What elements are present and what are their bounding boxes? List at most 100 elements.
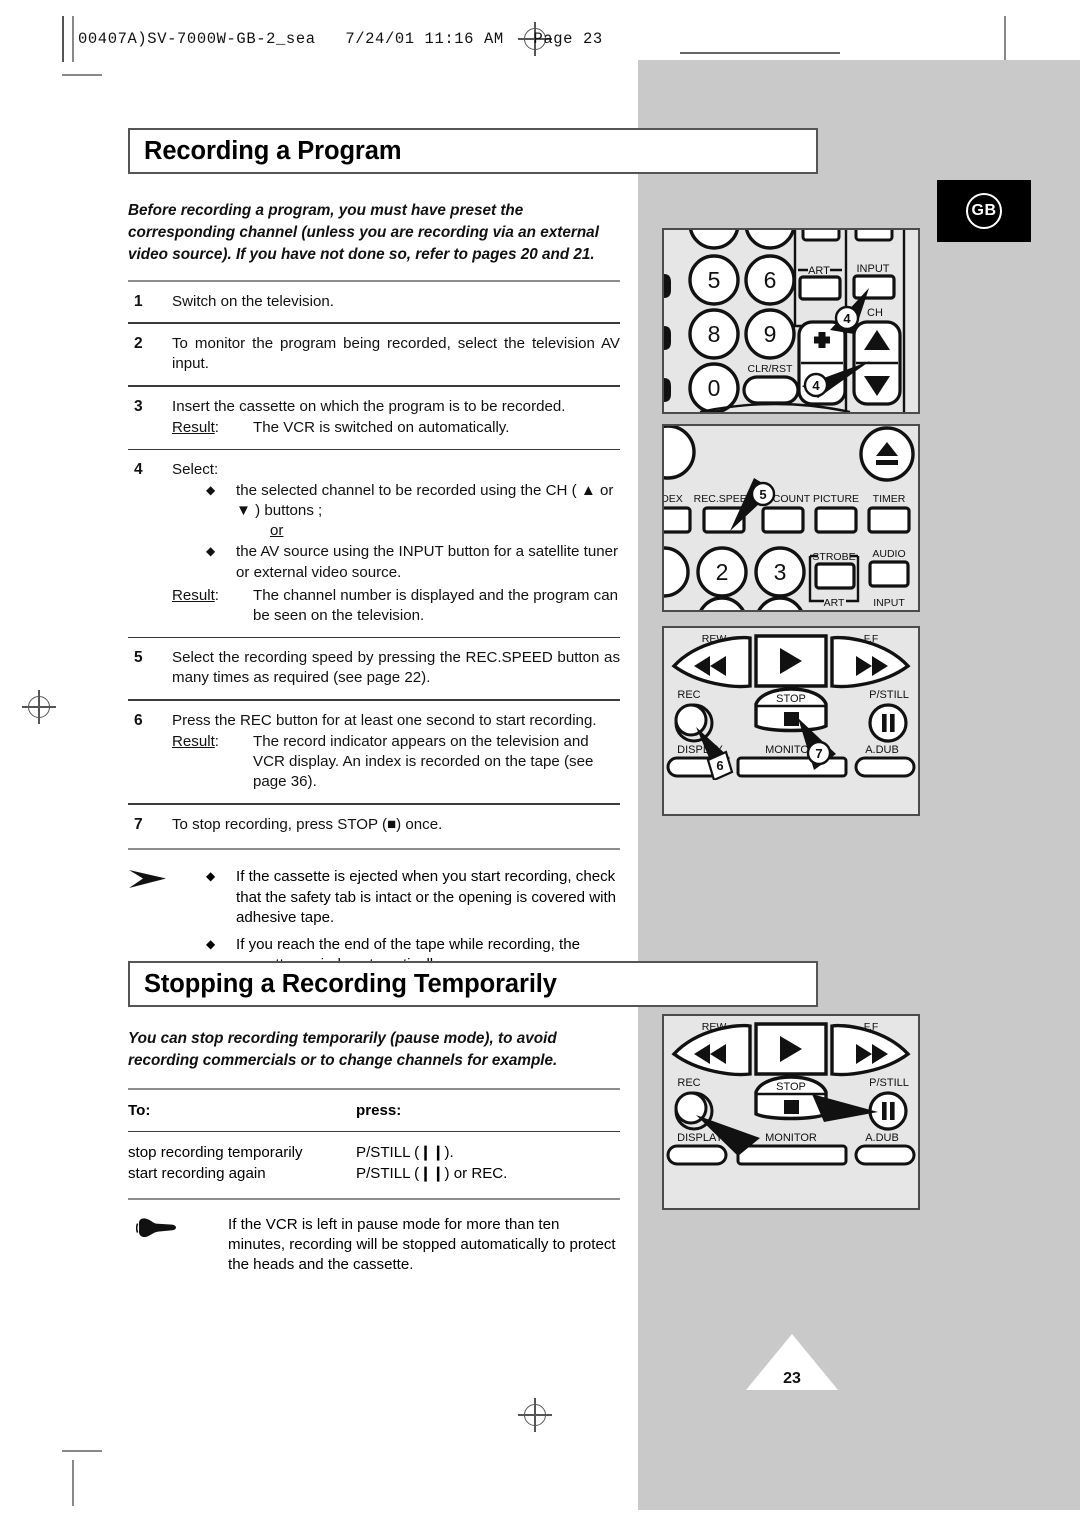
step-text: To stop recording, press STOP (■) once. bbox=[172, 815, 443, 833]
section1-body: Before recording a program, you must hav… bbox=[128, 200, 620, 975]
svg-text:5: 5 bbox=[759, 487, 766, 502]
column-header-press: press: bbox=[356, 1101, 402, 1119]
step-number: 1 bbox=[134, 292, 143, 310]
svg-text:6: 6 bbox=[716, 758, 723, 773]
table-cell-action: start recording again bbox=[128, 1164, 266, 1182]
bullet-item: ◆ the selected channel to be recorded us… bbox=[206, 481, 620, 521]
section-title-stopping: Stopping a Recording Temporarily bbox=[128, 961, 818, 1007]
svg-text:4: 4 bbox=[812, 378, 820, 393]
step-item: 7 To stop recording, press STOP (■) once… bbox=[128, 815, 620, 836]
step-bullets: ◆ the selected channel to be recorded us… bbox=[206, 481, 620, 582]
step-number: 4 bbox=[134, 461, 143, 479]
result-label: Result bbox=[172, 418, 215, 436]
region-badge: GB bbox=[937, 180, 1031, 242]
step-item: 1 Switch on the television. bbox=[128, 292, 620, 313]
section2-note: If the VCR is left in pause mode for mor… bbox=[128, 1215, 620, 1275]
result-label: Result bbox=[172, 733, 215, 751]
result-text: The channel number is displayed and the … bbox=[253, 586, 618, 624]
section2-title: Stopping a Recording Temporarily bbox=[144, 969, 557, 998]
svg-text:9: 9 bbox=[764, 321, 777, 347]
table-row: stop recording temporarily P/STILL (❙❙). bbox=[128, 1143, 620, 1164]
print-header-text: 00407A)SV-7000W-GB-2_sea 7/24/01 11:16 A… bbox=[78, 30, 603, 48]
svg-text:3: 3 bbox=[774, 559, 787, 585]
divider bbox=[128, 322, 620, 324]
bullet-or-label: or bbox=[270, 522, 284, 540]
step-text: Press the REC button for at least one se… bbox=[172, 712, 597, 730]
step-item: 3 Insert the cassette on which the progr… bbox=[128, 397, 620, 438]
svg-text:4: 4 bbox=[843, 311, 851, 326]
bullet-diamond-icon: ◆ bbox=[206, 483, 216, 498]
remote-functions-illustration: DEX REC.SPEED EX/COUNT PICTURE TIMER 2 3 bbox=[662, 424, 920, 612]
step-text: To monitor the program being recorded, s… bbox=[172, 334, 620, 372]
step-number: 6 bbox=[134, 712, 143, 730]
step-item: 4 Select: ◆ the selected channel to be r… bbox=[128, 460, 620, 626]
registration-mark-left bbox=[22, 690, 56, 724]
divider bbox=[128, 699, 620, 702]
result-text: The record indicator appears on the tele… bbox=[253, 733, 594, 791]
remote-keypad-illustration: 5 6 8 9 0 CLR/RST ART INPUT CH 4 4 bbox=[662, 228, 920, 414]
result-label: Result bbox=[172, 586, 215, 604]
pointing-hand-icon bbox=[128, 1215, 228, 1275]
section2-intro: You can stop recording temporarily (paus… bbox=[128, 1030, 558, 1069]
divider bbox=[128, 384, 620, 387]
svg-text:ART: ART bbox=[808, 265, 830, 277]
vcr-transport-illustration: REW F.F STOP REC P/STILL DISPLAY MONITOR… bbox=[662, 1014, 920, 1180]
divider bbox=[128, 279, 620, 282]
svg-text:REC: REC bbox=[677, 689, 700, 701]
vcr-transport-illustration-numbered: REW F.F STOP REC P/STILL DISPLAY MONITOR… bbox=[662, 626, 920, 792]
svg-text:P/STILL: P/STILL bbox=[869, 689, 909, 701]
step-number: 5 bbox=[134, 649, 143, 667]
svg-text:CLR/RST: CLR/RST bbox=[748, 363, 794, 375]
crop-mark-top-left-h bbox=[62, 74, 102, 76]
table-cell-button: P/STILL (❙❙) or REC. bbox=[356, 1164, 508, 1182]
table-cell-button: P/STILL (❙❙). bbox=[356, 1144, 454, 1162]
step-text: Switch on the television. bbox=[172, 292, 334, 310]
svg-text:7: 7 bbox=[815, 746, 822, 761]
table-cell-action: stop recording temporarily bbox=[128, 1144, 303, 1162]
svg-text:REC: REC bbox=[677, 1077, 700, 1089]
section1-intro: Before recording a program, you must hav… bbox=[128, 202, 599, 263]
divider bbox=[128, 1197, 620, 1200]
step-number: 3 bbox=[134, 397, 143, 415]
svg-text:A.DUB: A.DUB bbox=[865, 744, 899, 756]
bullet-text: the selected channel to be recorded usin… bbox=[236, 482, 614, 520]
step-item: 6 Press the REC button for at least one … bbox=[128, 711, 620, 792]
crop-mark-top-right-v bbox=[1004, 16, 1006, 62]
page-number-marker: 23 bbox=[742, 1332, 842, 1392]
region-badge-label: GB bbox=[966, 193, 1002, 229]
svg-text:INPUT: INPUT bbox=[857, 263, 890, 275]
svg-text:STOP: STOP bbox=[776, 1081, 806, 1093]
svg-text:TIMER: TIMER bbox=[873, 493, 906, 505]
note-text: If the VCR is left in pause mode for mor… bbox=[228, 1215, 616, 1273]
divider bbox=[128, 803, 620, 805]
arrowhead-icon bbox=[128, 866, 206, 974]
table-row: start recording again P/STILL (❙❙) or RE… bbox=[128, 1164, 620, 1185]
step-result: Result: The VCR is switched on automatic… bbox=[172, 418, 620, 438]
bullet-item: ◆ the AV source using the INPUT button f… bbox=[206, 542, 620, 582]
divider bbox=[128, 848, 620, 851]
step-text: Insert the cassette on which the program… bbox=[172, 397, 566, 415]
svg-text:STROBE: STROBE bbox=[812, 551, 855, 563]
print-header-rule bbox=[680, 52, 840, 54]
svg-text:MONITOR: MONITOR bbox=[765, 1132, 817, 1144]
section2-body: You can stop recording temporarily (paus… bbox=[128, 1028, 620, 1275]
step-text: Select the recording speed by pressing t… bbox=[172, 649, 620, 687]
svg-text:CH: CH bbox=[867, 307, 883, 319]
step-item: 5 Select the recording speed by pressing… bbox=[128, 648, 620, 688]
result-text: The VCR is switched on automatically. bbox=[253, 418, 510, 436]
note-text: If the cassette is ejected when you star… bbox=[236, 868, 617, 926]
step-result: Result: The channel number is displayed … bbox=[172, 586, 620, 626]
crop-mark-bottom-left-h bbox=[62, 1450, 102, 1452]
svg-text:P/STILL: P/STILL bbox=[869, 1077, 909, 1089]
crop-mark-bottom-left-v bbox=[72, 1460, 74, 1506]
divider bbox=[128, 1130, 620, 1133]
svg-text:0: 0 bbox=[708, 375, 721, 401]
step-number: 7 bbox=[134, 815, 143, 833]
svg-text:INPUT: INPUT bbox=[873, 597, 905, 609]
section-title-recording: Recording a Program bbox=[128, 128, 818, 174]
column-header-to: To: bbox=[128, 1101, 151, 1119]
bullet-text: the AV source using the INPUT button for… bbox=[236, 543, 619, 581]
bullet-diamond-icon: ◆ bbox=[206, 869, 216, 884]
vcr-body-strip-top bbox=[662, 780, 920, 816]
svg-text:A.DUB: A.DUB bbox=[865, 1132, 899, 1144]
